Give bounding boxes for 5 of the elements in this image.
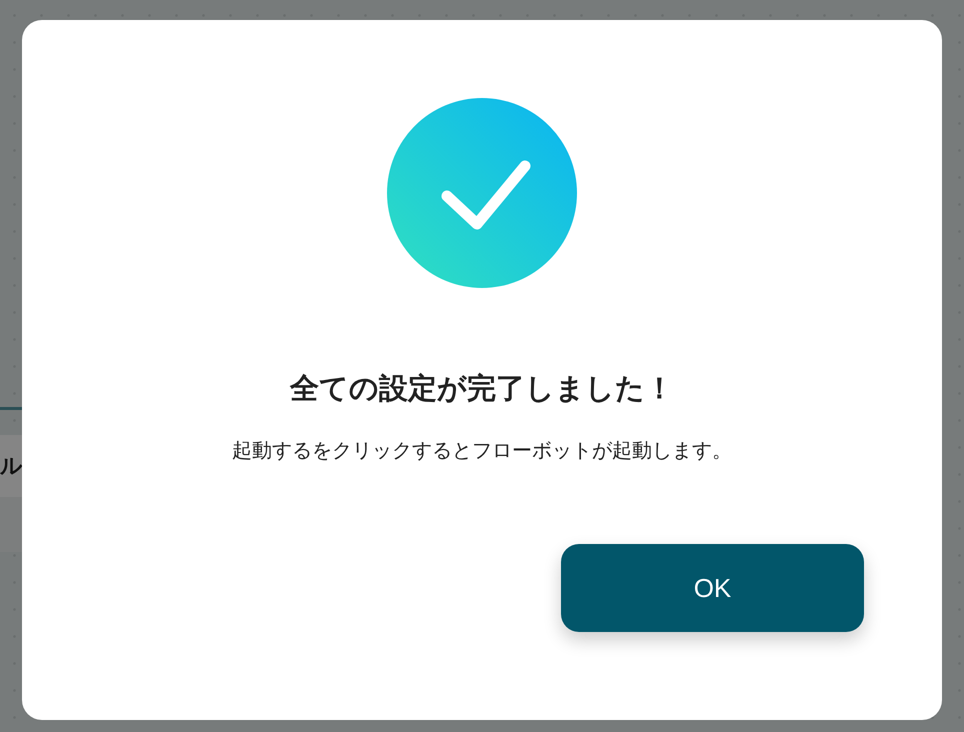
ok-button[interactable]: OK (561, 544, 864, 632)
background-label: ル (0, 453, 23, 481)
dialog-message: 起動するをクリックするとフローボットが起動します。 (232, 437, 732, 464)
checkmark-icon (387, 98, 577, 288)
dialog-title: 全ての設定が完了しました！ (290, 370, 674, 407)
